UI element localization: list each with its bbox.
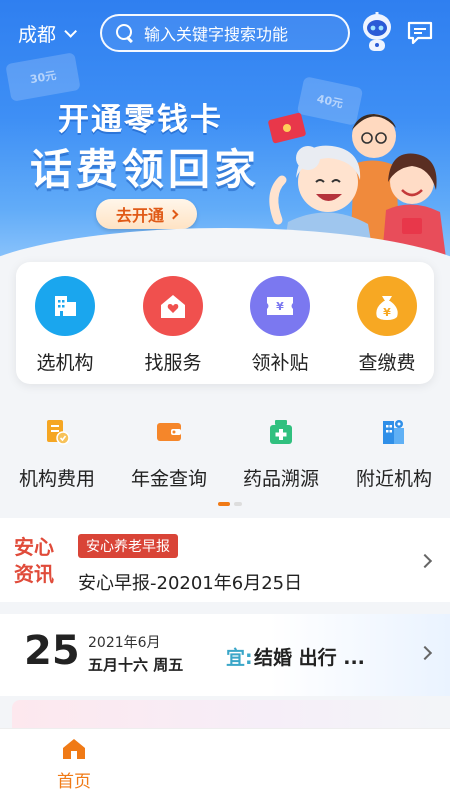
service-label: 找服务 [144,352,202,374]
yuan-ticket-icon: ¥ [250,276,310,336]
svg-text:¥: ¥ [276,300,284,313]
promo-subtitle: 话费领回家 [30,145,261,194]
service-claim-subsidy[interactable]: ¥ 领补贴 [235,276,325,375]
calendar-year-month: 2021年6月 [88,635,161,651]
service-label: 药品溯源 [242,468,319,490]
message-icon[interactable] [406,20,434,46]
service-label: 查缴费 [358,352,416,374]
service-drug-tracing[interactable]: 药品溯源 [225,418,337,491]
search-input[interactable]: 输入关键字搜索功能 [100,14,350,52]
service-label: 领补贴 [251,352,309,374]
city-label: 成都 [18,24,57,46]
calendar-lunar-date: 五月十六 周五 [88,656,184,674]
news-row[interactable]: 安心 资讯 安心养老早报 安心早报-20201年6月25日 [0,518,450,602]
open-card-button[interactable]: 去开通 [96,199,197,229]
service-annuity-query[interactable]: 年金查询 [113,418,225,491]
service-find-service[interactable]: 找服务 [128,276,218,375]
news-brand-logo: 安心 资讯 [14,534,64,588]
wallet-icon [157,423,181,441]
bottom-nav: 首页 [0,728,450,800]
coupon-value: 30元 [29,68,58,87]
news-headline: 安心早报-20201年6月25日 [78,573,303,594]
service-label: 附近机构 [355,468,432,490]
page-dot-active [218,502,230,506]
nearby-building-icon [383,420,404,444]
service-label: 机构费用 [18,468,95,490]
page-indicator [218,502,242,506]
calendar-day: 25 [24,628,80,674]
house-heart-icon [143,276,203,336]
chevron-right-icon [168,209,179,219]
service-institution-fees[interactable]: 机构费用 [1,418,113,491]
promo-banner[interactable]: 30元 40元 成都 输入关键字搜索功能 开通零钱卡 话费领回家 去开通 [0,0,450,262]
open-card-label: 去开通 [115,206,164,225]
service-check-payment[interactable]: ¥ 查缴费 [342,276,432,375]
top-bar: 成都 输入关键字搜索功能 [0,8,450,58]
robot-assistant-icon[interactable] [360,12,394,54]
chevron-right-icon [417,645,433,661]
almanac-suitable-activities: 结婚 出行 ... [254,647,365,669]
news-tag: 安心养老早报 [78,534,178,558]
page-dot [234,502,242,506]
service-select-institution[interactable]: 选机构 [20,276,110,375]
home-icon [63,739,85,759]
service-nearby-institutions[interactable]: 附近机构 [338,418,450,491]
promo-title: 开通零钱卡 [58,102,223,138]
main-services-card: 选机构 找服务 ¥ 领补贴 ¥ 查缴费 [16,262,434,384]
tab-home[interactable]: 首页 [44,737,104,792]
almanac-suitable-label: 宜: [226,647,253,669]
brand-line: 安心 [14,535,54,559]
service-label: 年金查询 [130,468,207,490]
search-icon [116,24,134,42]
city-selector[interactable]: 成都 [18,20,78,47]
search-placeholder: 输入关键字搜索功能 [144,25,289,44]
svg-text:¥: ¥ [383,306,391,319]
service-label: 选机构 [36,352,94,374]
tab-home-label: 首页 [57,772,91,792]
fee-document-icon [47,420,70,445]
almanac-row[interactable]: 25 2021年6月 五月十六 周五 宜: 结婚 出行 ... [0,614,450,696]
medicine-box-icon [270,420,292,444]
money-bag-icon: ¥ [357,276,417,336]
building-icon [35,276,95,336]
brand-line: 资讯 [14,562,54,586]
chevron-right-icon [417,553,433,569]
chevron-down-icon [64,25,78,38]
